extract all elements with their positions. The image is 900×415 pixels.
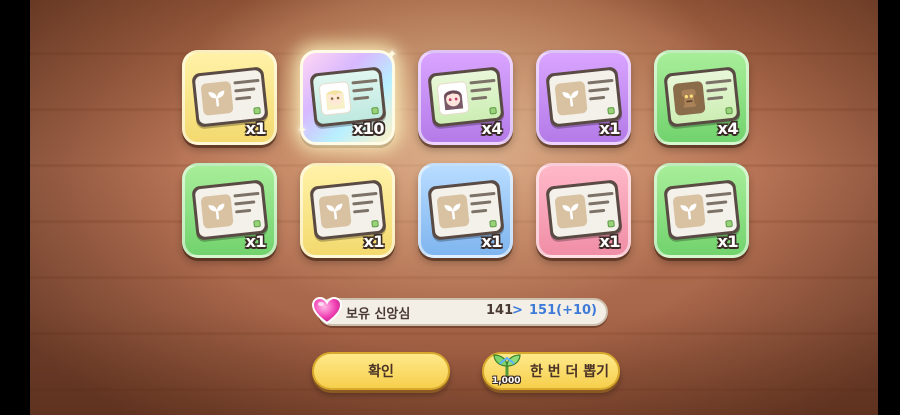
- confirm-button-label: 확인: [368, 364, 394, 380]
- reward-card[interactable]: x4: [654, 50, 749, 145]
- faith-new-value: 151(+10): [529, 303, 598, 318]
- screen-edge-right: [878, 0, 900, 415]
- reward-quantity: x1: [599, 119, 621, 138]
- reward-quantity: x1: [717, 232, 739, 251]
- reward-quantity: x1: [363, 232, 385, 251]
- sprout-icon: [554, 193, 588, 229]
- draw-again-button[interactable]: 1,000 한 번 더 뽑기: [482, 352, 620, 390]
- reward-card[interactable]: x1: [418, 163, 513, 258]
- reward-quantity: x4: [717, 119, 739, 138]
- reward-card[interactable]: x1: [300, 163, 395, 258]
- reward-quantity: x1: [599, 232, 621, 251]
- character-portrait-icon: [318, 80, 352, 116]
- sprout-icon: [200, 193, 234, 229]
- sparkle-icon: ✦: [387, 47, 398, 61]
- reward-quantity: x10: [352, 119, 385, 138]
- sparkle-icon: ✦: [297, 123, 308, 137]
- sprout-icon: [554, 80, 588, 116]
- reward-quantity: x1: [245, 119, 267, 138]
- reward-quantity: x1: [245, 232, 267, 251]
- screen-edge-left: [0, 0, 30, 415]
- character-portrait-icon: [436, 80, 470, 116]
- sprout-icon: [436, 193, 470, 229]
- faith-old-value: 141: [486, 303, 514, 318]
- reward-quantity: x1: [481, 232, 503, 251]
- reward-card[interactable]: x1: [536, 50, 631, 145]
- sprout-icon: [318, 193, 352, 229]
- golem-portrait-icon: [672, 80, 706, 116]
- confirm-button[interactable]: 확인: [312, 352, 450, 390]
- heart-icon: [311, 295, 343, 327]
- sprout-icon: [200, 80, 234, 116]
- reward-card[interactable]: x1: [182, 163, 277, 258]
- draw-cost: 1,000: [492, 376, 521, 386]
- gacha-result-screen: x1 x10 ✦ ✦ x4 x1 x4 x1 x1 x1 x1 x1 보유 신앙…: [0, 0, 900, 415]
- reward-card[interactable]: x1: [654, 163, 749, 258]
- reward-card[interactable]: x4: [418, 50, 513, 145]
- faith-arrow: >: [512, 303, 523, 318]
- sprout-icon: [672, 193, 706, 229]
- reward-quantity: x4: [481, 119, 503, 138]
- reward-card[interactable]: x1: [536, 163, 631, 258]
- reward-card-highlighted[interactable]: x10 ✦ ✦: [297, 47, 398, 145]
- reward-card[interactable]: x1: [182, 50, 277, 145]
- draw-again-button-label: 한 번 더 뽑기: [530, 364, 610, 380]
- faith-label: 보유 신앙심: [346, 307, 411, 322]
